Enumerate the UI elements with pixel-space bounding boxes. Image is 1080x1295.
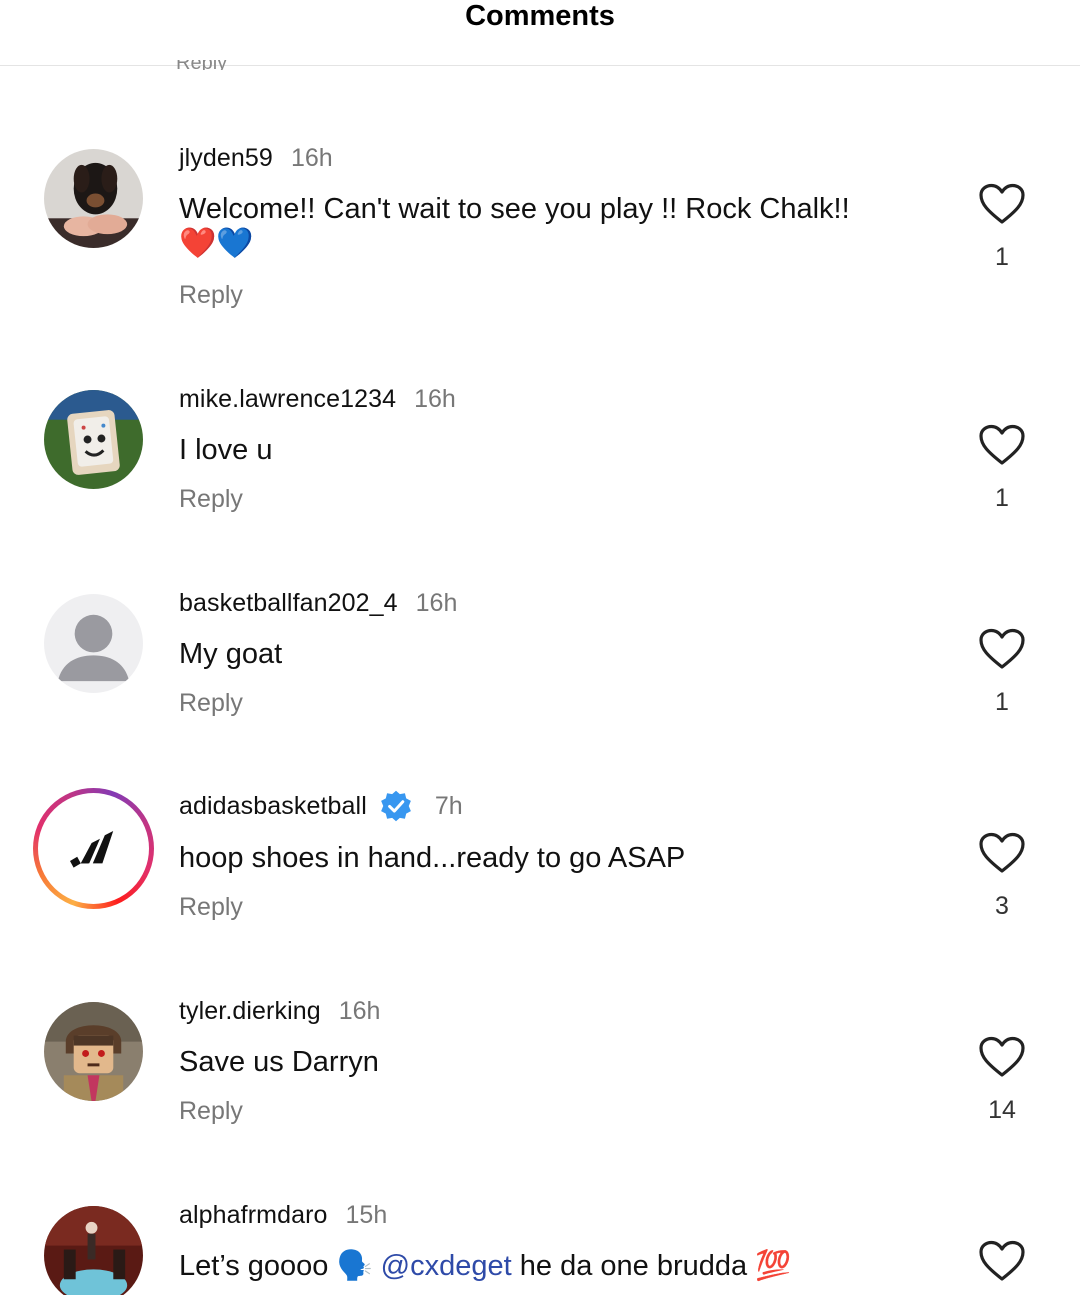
comment-text-start: Let’s goooo 🗣️ — [179, 1250, 373, 1282]
comment-time: 16h — [415, 589, 458, 617]
dachshund-photo-icon — [44, 149, 143, 248]
comment-text: Save us Darryn — [179, 1046, 379, 1078]
like-count: 1 — [995, 243, 1009, 271]
comment-item: alphafrmdaro 15h Let’s goooo 🗣️ @cxdeget… — [0, 1197, 1080, 1295]
like-button[interactable] — [978, 1240, 1026, 1282]
comment-time: 16h — [414, 385, 456, 413]
comment-username[interactable]: basketballfan202_4 — [179, 589, 398, 618]
avatar[interactable] — [44, 390, 143, 489]
comment-text: hoop shoes in hand...ready to go ASAP — [179, 842, 686, 874]
reply-button[interactable]: Reply — [179, 485, 243, 514]
story-ring[interactable] — [33, 788, 154, 909]
avatar[interactable] — [44, 1206, 143, 1295]
like-count: 1 — [995, 688, 1009, 716]
reply-button[interactable]: Reply — [179, 281, 243, 310]
comment-time: 7h — [434, 791, 463, 820]
comment-username[interactable]: jlyden59 — [179, 144, 273, 173]
reply-button[interactable]: Reply — [179, 1097, 243, 1126]
comment-username[interactable]: mike.lawrence1234 — [179, 385, 396, 414]
comment-text: My goat — [179, 638, 283, 670]
like-button[interactable] — [978, 832, 1026, 874]
avatar — [38, 793, 149, 904]
comment-item: adidasbasketball 7h hoop shoes in hand..… — [0, 788, 1080, 969]
comment-text: I love u — [179, 434, 273, 466]
comment-username[interactable]: adidasbasketball — [179, 792, 367, 821]
heart-icon — [979, 424, 1025, 465]
page-title: Comments — [465, 0, 615, 32]
like-button[interactable] — [978, 1036, 1026, 1078]
mention-link[interactable]: @cxdeget — [381, 1250, 512, 1282]
avatar[interactable] — [44, 594, 143, 693]
comment-text: Let’s goooo 🗣️ @cxdeget he da one brudda… — [179, 1248, 791, 1284]
comment-item: mike.lawrence1234 16h I love u Reply 1 — [0, 381, 1080, 561]
like-button[interactable] — [978, 424, 1026, 466]
heart-icon — [979, 628, 1025, 669]
reply-button[interactable]: Reply — [179, 689, 243, 718]
comment-text-end: he da one brudda 💯 — [519, 1250, 792, 1282]
avatar[interactable] — [44, 1002, 143, 1101]
adidas-logo-icon — [69, 830, 113, 868]
like-count: 14 — [988, 1096, 1016, 1124]
verified-badge-icon — [380, 790, 411, 822]
comment-item: jlyden59 16h Welcome!! Can't wait to see… — [0, 140, 1080, 320]
like-count: 3 — [995, 892, 1009, 920]
comment-time: 16h — [290, 144, 333, 172]
reply-button[interactable]: Reply — [179, 893, 243, 922]
comment-item: basketballfan202_4 16h My goat Reply 1 — [0, 585, 1080, 765]
heart-icon — [979, 1036, 1025, 1077]
comment-item: tyler.dierking 16h Save us Darryn Reply … — [0, 993, 1080, 1173]
like-button[interactable] — [978, 628, 1026, 670]
comment-emoji: ❤️💙 — [179, 227, 254, 260]
default-user-icon — [44, 594, 143, 693]
comments-header: Comments — [0, 0, 1080, 66]
heart-icon — [979, 1240, 1025, 1281]
comment-time: 15h — [345, 1201, 388, 1229]
like-count: 1 — [995, 484, 1009, 512]
avatar[interactable] — [44, 149, 143, 248]
clipped-reply-link[interactable]: Reply — [176, 60, 227, 70]
heart-icon — [979, 183, 1025, 224]
pop-tart-photo-icon — [44, 390, 143, 489]
heart-icon — [979, 832, 1025, 873]
comment-username[interactable]: tyler.dierking — [179, 997, 321, 1026]
room-photo-icon — [44, 1206, 143, 1295]
comment-username[interactable]: alphafrmdaro — [179, 1201, 328, 1230]
comment-text: Welcome!! Can't wait to see you play !! … — [179, 193, 850, 225]
lego-figure-photo-icon — [44, 1002, 143, 1101]
comment-time: 16h — [338, 997, 381, 1025]
like-button[interactable] — [978, 183, 1026, 225]
